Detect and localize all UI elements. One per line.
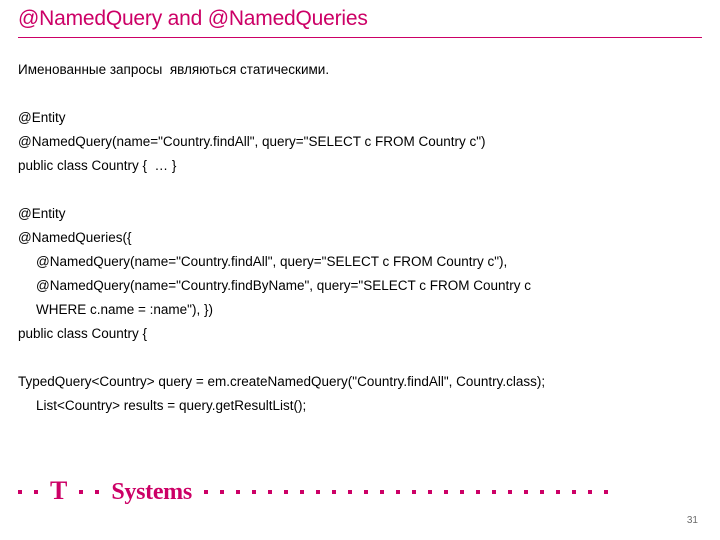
logo-dot [587, 490, 592, 494]
logo-dot [555, 490, 560, 494]
logo-dot [523, 490, 528, 494]
body-line-entity-2: @Entity [18, 206, 66, 221]
logo-dot [203, 490, 208, 494]
body-line-entity-1: @Entity [18, 110, 66, 125]
logo-dot [427, 490, 432, 494]
body-line-spacer-2 [18, 178, 708, 202]
body-line-intro: Именованные запросы являються статически… [18, 62, 330, 77]
logo-dot [331, 490, 336, 494]
logo-dot [79, 490, 84, 494]
body-line-spacer-3 [18, 346, 708, 370]
logo-dot [363, 490, 368, 494]
logo-dot [251, 490, 256, 494]
logo-dot [411, 490, 416, 494]
slide-footer: T Systems 31 [0, 470, 720, 540]
logo-dot [315, 490, 320, 494]
logo-dot [235, 490, 240, 494]
logo-dot [491, 490, 496, 494]
title-area: @NamedQuery and @NamedQueries [18, 6, 702, 32]
body-line-namedqueries-open: @NamedQueries({ [18, 230, 132, 245]
body-line-namedquery-1: @NamedQuery(name="Country.findAll", quer… [18, 134, 486, 149]
body-line-class-2: public class Country { [18, 326, 148, 341]
body-line-namedquery-findall: @NamedQuery(name="Country.findAll", quer… [36, 254, 508, 269]
logo-dot [379, 490, 384, 494]
logo-dot [395, 490, 400, 494]
logo-dot [603, 490, 608, 494]
logo-dot [219, 490, 224, 494]
logo-dot [539, 490, 544, 494]
body-line-spacer-1 [18, 82, 708, 106]
body-line-class-1: public class Country { … } [18, 158, 177, 173]
logo-dot [571, 490, 576, 494]
body-line-resultlist: List<Country> results = query.getResultL… [36, 398, 307, 413]
slide: @NamedQuery and @NamedQueries Именованны… [0, 0, 720, 540]
page-number: 31 [686, 515, 698, 526]
logo-dot [18, 490, 22, 494]
logo-dot [34, 490, 38, 494]
title-divider [18, 37, 702, 38]
logo-dot [443, 490, 448, 494]
logo-dot [95, 490, 100, 494]
logo-dot [507, 490, 512, 494]
logo-dot [347, 490, 352, 494]
logo-dot [299, 490, 304, 494]
footer-dot-rule [203, 490, 620, 494]
slide-body: Именованные запросы являються статически… [18, 58, 708, 418]
logo-wordmark: Systems [111, 479, 192, 505]
logo-dot [459, 490, 464, 494]
t-mark-icon: T [50, 476, 68, 505]
body-line-namedquery-findbyname: @NamedQuery(name="Country.findByName", q… [36, 278, 532, 293]
page-title: @NamedQuery and @NamedQueries [18, 7, 368, 30]
logo-dot [267, 490, 272, 494]
logo-dot [283, 490, 288, 494]
body-line-where-clause: WHERE c.name = :name"), }) [36, 302, 213, 317]
logo-dot [475, 490, 480, 494]
body-line-typedquery: TypedQuery<Country> query = em.createNam… [18, 374, 546, 389]
t-systems-logo: T Systems [18, 478, 620, 506]
